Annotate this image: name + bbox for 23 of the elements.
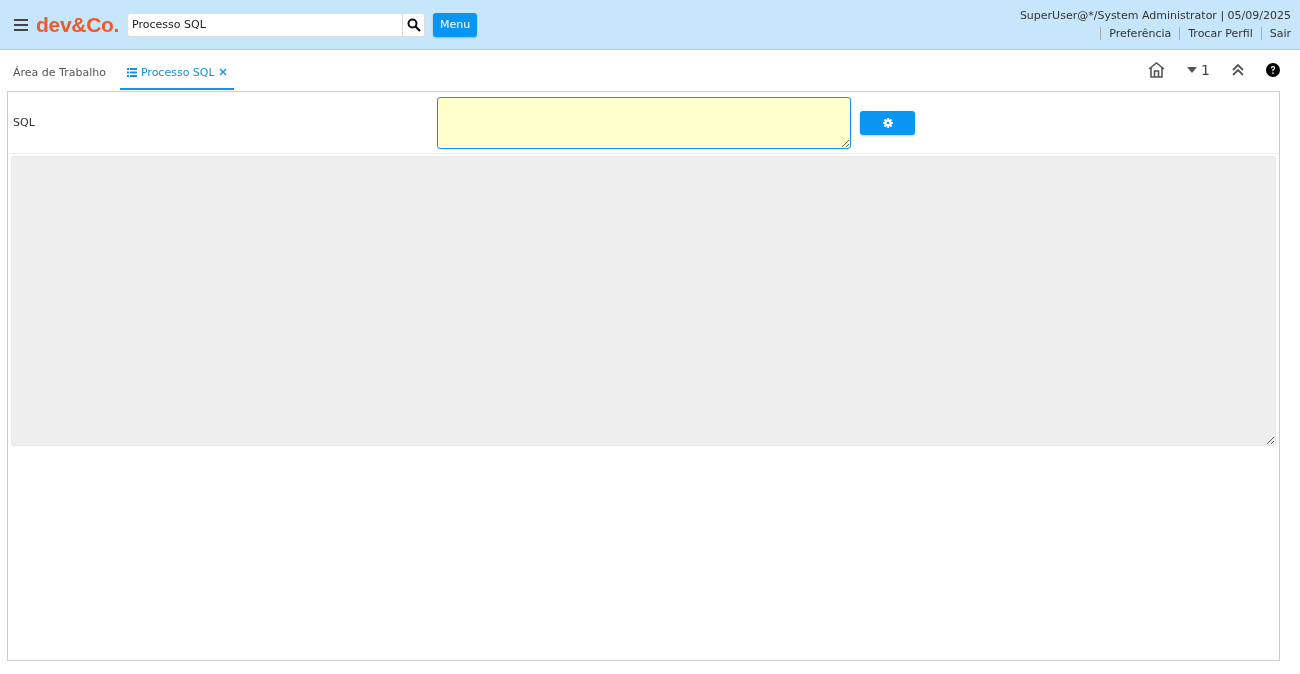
help-icon[interactable] xyxy=(1266,63,1280,77)
collapse-icon[interactable] xyxy=(1232,64,1244,76)
run-button[interactable] xyxy=(860,110,915,135)
home-icon[interactable] xyxy=(1148,62,1166,78)
sql-input[interactable] xyxy=(437,96,851,149)
tab-count: 1 xyxy=(1201,62,1210,78)
header-link[interactable]: Preferência xyxy=(1100,27,1172,40)
search-field[interactable]: Processo SQL xyxy=(127,12,403,37)
tab[interactable]: Processo SQL xyxy=(119,56,234,90)
search-icon xyxy=(406,17,421,32)
header-link[interactable]: Trocar Perfil xyxy=(1179,27,1253,40)
menu-icon[interactable] xyxy=(14,18,28,31)
tab[interactable]: Área de Trabalho xyxy=(6,56,113,90)
gear-icon xyxy=(882,117,893,128)
header-link[interactable]: Sair xyxy=(1260,27,1291,40)
caret-icon[interactable] xyxy=(1187,67,1198,73)
tab-label: Processo SQL xyxy=(140,65,215,79)
tab-label: Área de Trabalho xyxy=(13,65,106,79)
user-info: SuperUser@*/System Administrator | 05/09/2025 xyxy=(1019,9,1291,22)
sql-label: SQL xyxy=(13,116,36,129)
list-icon xyxy=(126,67,137,77)
search-button[interactable] xyxy=(402,12,426,37)
close-icon[interactable] xyxy=(218,68,227,76)
